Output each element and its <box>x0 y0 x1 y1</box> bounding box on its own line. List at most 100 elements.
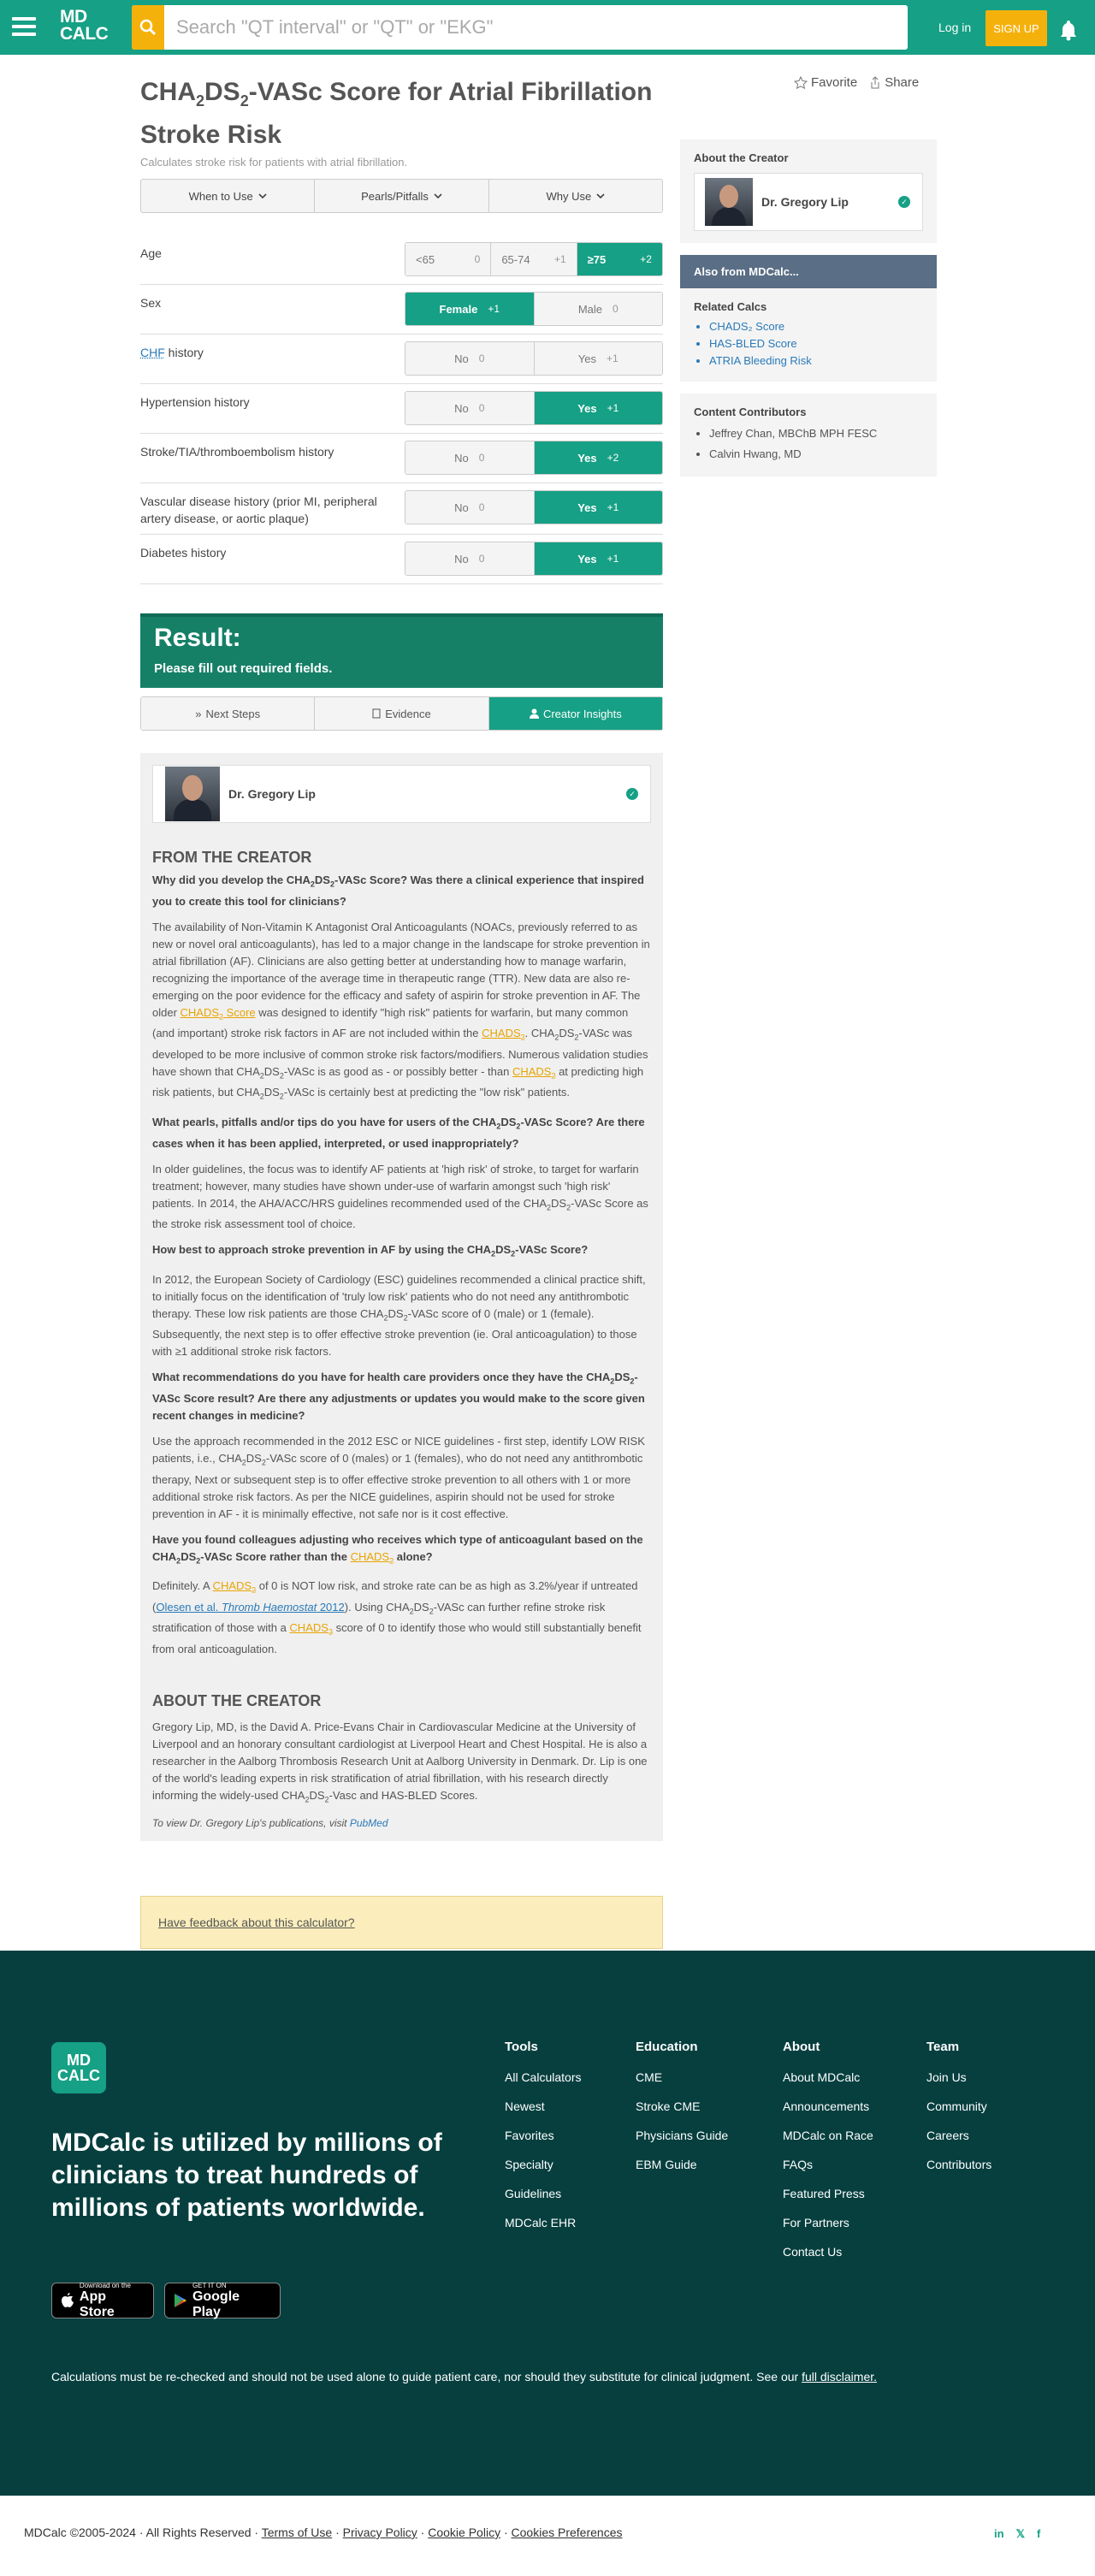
tab-pearls-pitfalls[interactable]: Pearls/Pitfalls <box>315 180 489 212</box>
document-icon <box>372 708 381 719</box>
footer-link[interactable]: MDCalc on Race <box>783 2121 873 2150</box>
hamburger-menu-icon[interactable] <box>12 17 36 36</box>
footer-link[interactable]: FAQs <box>783 2150 873 2179</box>
facebook-icon[interactable]: f <box>1037 2527 1040 2541</box>
footer-link[interactable]: For Partners <box>783 2208 873 2237</box>
input-row-age: Age <65 0 65-74 +1 ≥75 +2 <box>140 235 663 285</box>
footer-heading: Education <box>636 2040 698 2054</box>
top-navigation-bar: MDCALC Log in SIGN UP <box>0 0 1095 55</box>
footer-link[interactable]: Careers <box>926 2121 991 2150</box>
chads2-link[interactable]: CHADS2 <box>213 1579 257 1595</box>
option-stroke-yes[interactable]: Yes +2 <box>534 441 662 474</box>
option-age-75-plus[interactable]: ≥75 +2 <box>577 243 662 275</box>
footer-link[interactable]: Physicians Guide <box>636 2121 728 2150</box>
footer-link[interactable]: Newest <box>505 2092 581 2121</box>
search-button[interactable] <box>132 5 164 50</box>
footer-link[interactable]: Contact Us <box>783 2237 873 2266</box>
footer-link[interactable]: Stroke CME <box>636 2092 728 2121</box>
related-calc-link[interactable]: HAS-BLED Score <box>709 335 923 352</box>
share-button[interactable]: Share <box>869 75 919 90</box>
footer-link[interactable]: All Calculators <box>505 2063 581 2092</box>
footer-link[interactable]: Join Us <box>926 2063 991 2092</box>
chads2-score-link[interactable]: CHADS2 Score <box>181 1006 256 1022</box>
logo-line-1: MD <box>60 7 87 27</box>
footer-link[interactable]: Guidelines <box>505 2179 581 2208</box>
footer-link[interactable]: Contributors <box>926 2150 991 2179</box>
tab-evidence[interactable]: Evidence <box>315 697 489 730</box>
app-store-badge[interactable]: Download on the App Store <box>51 2282 154 2319</box>
option-sex-male[interactable]: Male 0 <box>534 293 662 325</box>
creator-card[interactable]: Dr. Gregory Lip ✓ <box>152 765 651 823</box>
contributor-name: Jeffrey Chan, MBChB MPH FESC <box>709 423 923 444</box>
chads2-link[interactable]: CHADS2 <box>351 1550 394 1566</box>
search-input[interactable] <box>164 5 908 50</box>
footer-link[interactable]: Specialty <box>505 2150 581 2179</box>
input-row-hypertension: Hypertension history No 0 Yes +1 <box>140 384 663 434</box>
option-chf-no[interactable]: No 0 <box>405 342 535 375</box>
google-play-badge[interactable]: GET IT ON Google Play <box>164 2282 281 2319</box>
option-sex-female[interactable]: Female +1 <box>405 293 535 325</box>
footer-column-about: About About MDCalc Announcements MDCalc … <box>783 2040 873 2266</box>
tab-next-steps[interactable]: » Next Steps <box>141 697 316 730</box>
footer-link[interactable]: EBM Guide <box>636 2150 728 2179</box>
x-twitter-icon[interactable]: 𝕏 <box>1016 2527 1025 2541</box>
footer-column-team: Team Join Us Community Careers Contribut… <box>926 2040 991 2179</box>
favorite-button[interactable]: Favorite <box>794 75 857 90</box>
copyright-bar: MDCalc ©2005-2024 · All Rights Reserved … <box>0 2496 1095 2576</box>
footer-link[interactable]: MDCalc EHR <box>505 2208 581 2237</box>
mdcalc-logo[interactable]: MD CALC <box>60 7 109 43</box>
full-disclaimer-link[interactable]: full disclaimer. <box>802 2370 877 2384</box>
input-label: Vascular disease history (prior MI, peri… <box>140 494 377 525</box>
option-hypertension-no[interactable]: No 0 <box>405 392 535 424</box>
cookie-preferences-link[interactable]: Cookies Preferences <box>512 2526 623 2539</box>
footer-link[interactable]: Featured Press <box>783 2179 873 2208</box>
option-stroke-no[interactable]: No 0 <box>405 441 535 474</box>
creator-photo <box>165 767 220 821</box>
terms-link[interactable]: Terms of Use <box>262 2526 332 2539</box>
option-age-65-74[interactable]: 65-74 +1 <box>491 243 577 275</box>
footer-link[interactable]: Favorites <box>505 2121 581 2150</box>
footer-link[interactable]: About MDCalc <box>783 2063 873 2092</box>
page-title: CHA2DS2-VASc Score for Atrial Fibrillati… <box>140 78 653 149</box>
insight-answer: The availability of Non-Vitamin K Antago… <box>152 920 650 1101</box>
option-vascular-yes[interactable]: Yes +1 <box>534 491 662 524</box>
footer-link[interactable]: CME <box>636 2063 728 2092</box>
login-link[interactable]: Log in <box>938 21 971 34</box>
footer-logo[interactable]: MD CALC <box>51 2042 106 2093</box>
pubmed-link[interactable]: PubMed <box>350 1817 388 1829</box>
olesen-citation-link[interactable]: Olesen et al. Thromb Haemostat 2012 <box>156 1601 344 1614</box>
footer-link[interactable]: Announcements <box>783 2092 873 2121</box>
option-vascular-no[interactable]: No 0 <box>405 491 535 524</box>
bell-icon[interactable] <box>1057 19 1080 41</box>
contributor-name: Calvin Hwang, MD <box>709 444 923 465</box>
option-age-under-65[interactable]: <65 0 <box>405 243 492 275</box>
option-diabetes-no[interactable]: No 0 <box>405 542 535 575</box>
insight-question: How best to approach stroke prevention i… <box>152 1243 589 1258</box>
footer-column-tools: Tools All Calculators Newest Favorites S… <box>505 2040 581 2237</box>
option-hypertension-yes[interactable]: Yes +1 <box>534 392 662 424</box>
result-heading: Result: <box>154 624 241 652</box>
feedback-link[interactable]: Have feedback about this calculator? <box>158 1916 355 1929</box>
footer-link[interactable]: Community <box>926 2092 991 2121</box>
tab-creator-insights[interactable]: Creator Insights <box>488 697 662 730</box>
copyright-text: MDCalc ©2005-2024 · All Rights Reserved … <box>24 2526 623 2539</box>
chf-abbreviation[interactable]: CHF <box>140 346 165 359</box>
chads2-link[interactable]: CHADS2 <box>482 1027 525 1042</box>
related-calc-link[interactable]: ATRIA Bleeding Risk <box>709 352 923 370</box>
signup-button[interactable]: SIGN UP <box>986 10 1047 46</box>
chads2-link[interactable]: CHADS2 <box>289 1621 333 1637</box>
option-chf-yes[interactable]: Yes +1 <box>534 342 662 375</box>
privacy-link[interactable]: Privacy Policy <box>343 2526 417 2539</box>
tab-why-use[interactable]: Why Use <box>489 180 662 212</box>
cookie-policy-link[interactable]: Cookie Policy <box>428 2526 500 2539</box>
sidebar-creator-card[interactable]: Dr. Gregory Lip ✓ <box>694 173 923 231</box>
insight-question: Why did you develop the CHA2DS2-VASc Sco… <box>152 873 644 908</box>
input-row-chf: CHF history No 0 Yes +1 <box>140 335 663 384</box>
related-calc-link[interactable]: CHADS₂ Score <box>709 318 923 335</box>
chads2-link[interactable]: CHADS2 <box>512 1065 556 1081</box>
tab-when-to-use[interactable]: When to Use <box>141 180 316 212</box>
search-bar <box>132 5 908 50</box>
option-diabetes-yes[interactable]: Yes +1 <box>534 542 662 575</box>
linkedin-icon[interactable]: in <box>994 2527 1004 2541</box>
about-creator-title: About the Creator <box>694 151 789 164</box>
